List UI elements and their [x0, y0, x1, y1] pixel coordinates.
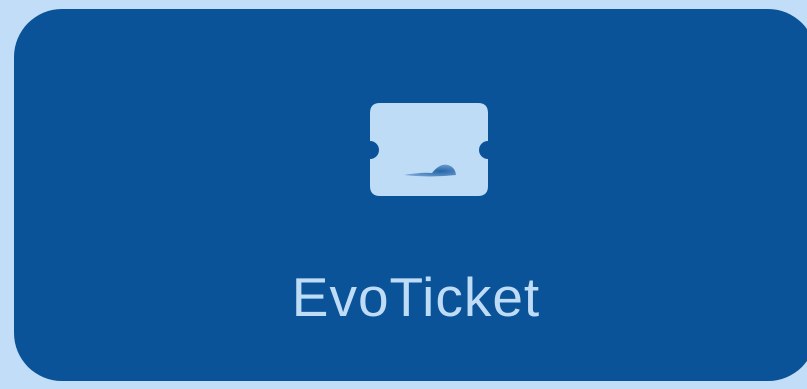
app-title: EvoTicket	[291, 266, 541, 328]
ticket-icon	[370, 103, 488, 196]
splash-card: EvoTicket	[14, 9, 807, 381]
